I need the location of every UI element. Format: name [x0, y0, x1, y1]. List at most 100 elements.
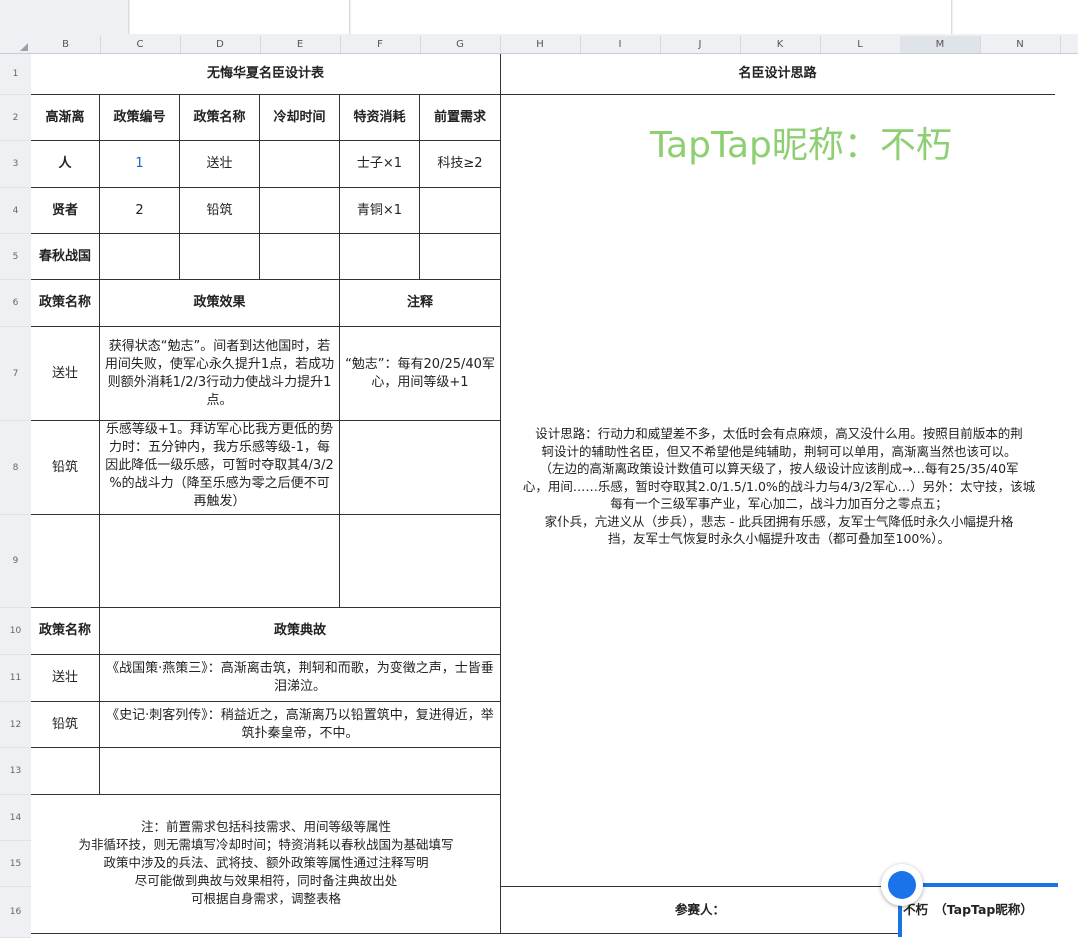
effects-header-effect[interactable]: 政策效果	[100, 280, 339, 326]
effect-text[interactable]: 获得状态“勉志”。间者到达他国时，若用间失败，使军心永久提升1点，若成功则额外消…	[100, 327, 339, 420]
effect-note[interactable]	[340, 421, 500, 514]
row-header[interactable]: 5	[0, 234, 31, 280]
name-box[interactable]	[130, 0, 350, 34]
watermark-text: TapTap昵称：不朽	[650, 125, 952, 166]
participant-label[interactable]: 参赛人：	[500, 887, 900, 933]
row-header[interactable]: 9	[0, 515, 31, 608]
story-empty-cell[interactable]	[31, 748, 99, 794]
header-cooldown[interactable]: 冷却时间	[260, 95, 339, 140]
prereq-cell[interactable]: 科技≥2	[420, 141, 500, 187]
row-header[interactable]: 14	[0, 795, 31, 841]
effect-note[interactable]: “勉志”：每有20/25/40军心，用间等级+1	[340, 327, 500, 420]
effect-policy-name[interactable]: 送壮	[31, 327, 99, 420]
row-header[interactable]: 11	[0, 655, 31, 702]
design-title[interactable]: 名臣设计思路	[500, 54, 1055, 94]
prereq-cell[interactable]	[420, 188, 500, 233]
header-policy-no[interactable]: 政策编号	[100, 95, 179, 140]
note-line: 尽可能做到典故与效果相符，同时备注典故出处	[134, 873, 398, 888]
column-header[interactable]: E	[260, 36, 341, 53]
policy-no-cell[interactable]: 2	[100, 188, 179, 233]
header-minister-name[interactable]: 高渐离	[31, 95, 99, 140]
design-line: 挡，友军士气恢复时永久小幅提升攻击（都可叠加至100%）。	[608, 531, 950, 546]
column-header[interactable]: G	[420, 36, 501, 53]
story-policy-name[interactable]: 铅筑	[31, 702, 99, 747]
toolbar-blank-left	[0, 0, 129, 34]
prereq-cell[interactable]	[420, 234, 500, 279]
effect-policy-name[interactable]: 铅筑	[31, 421, 99, 514]
policy-no-cell[interactable]	[100, 234, 179, 279]
grid-line	[31, 794, 500, 795]
formula-bar[interactable]	[351, 0, 952, 34]
row-header[interactable]: 15	[0, 841, 31, 887]
column-header[interactable]: J	[660, 36, 741, 53]
story-header-name[interactable]: 政策名称	[31, 608, 99, 654]
story-text[interactable]: 《战国策·燕策三》：高渐离击筑，荆轲和而歌，为变徵之声，士皆垂泪涕泣。	[100, 655, 500, 701]
row-header[interactable]: 10	[0, 608, 31, 655]
story-policy-name[interactable]: 送壮	[31, 655, 99, 701]
cooldown-cell[interactable]	[260, 188, 339, 233]
era-cell[interactable]: 人	[31, 141, 99, 187]
effect-empty-cell[interactable]	[31, 515, 99, 607]
note-line: 注：前置需求包括科技需求、用间等级等属性	[140, 819, 391, 834]
column-header-bar: B C D E F G H I J K L M N	[0, 36, 1078, 54]
policy-name-cell[interactable]: 送壮	[180, 141, 259, 187]
row-header[interactable]: 3	[0, 141, 31, 188]
selection-handle[interactable]	[881, 864, 923, 906]
header-policy-name[interactable]: 政策名称	[180, 95, 259, 140]
column-header[interactable]: L	[820, 36, 901, 53]
cost-cell[interactable]	[340, 234, 419, 279]
design-line: 每有一个三级军事产业，军心加二，战斗力加百分之零点五；	[610, 496, 948, 511]
policy-name-cell[interactable]	[180, 234, 259, 279]
column-header[interactable]: K	[740, 36, 821, 53]
column-header[interactable]: H	[500, 36, 581, 53]
era-cell[interactable]: 春秋战国	[31, 234, 99, 279]
column-header[interactable]: C	[100, 36, 181, 53]
row-header[interactable]: 4	[0, 188, 31, 234]
row-header[interactable]: 8	[0, 421, 31, 515]
row-header[interactable]: 16	[0, 887, 31, 938]
effects-header-note[interactable]: 注释	[340, 280, 500, 326]
select-all-corner[interactable]	[0, 36, 31, 53]
row-header[interactable]: 1	[0, 54, 31, 95]
column-header[interactable]: I	[580, 36, 661, 53]
effect-text[interactable]: 乐感等级+1。拜访军心比我方更低的势力时：五分钟内，我方乐感等级-1，每因此降低…	[100, 421, 339, 514]
story-text[interactable]: 《史记·刺客列传》：稍益近之，高渐离乃以铅置筑中，复进得近，举筑扑秦皇帝，不中。	[100, 702, 500, 747]
column-header[interactable]: N	[980, 36, 1061, 53]
row-header[interactable]: 13	[0, 748, 31, 795]
column-header[interactable]: D	[180, 36, 261, 53]
column-header[interactable]: B	[31, 36, 101, 53]
column-header[interactable]: M	[900, 36, 981, 53]
cooldown-cell[interactable]	[260, 141, 339, 187]
header-prereq[interactable]: 前置需求	[420, 95, 500, 140]
story-header-story[interactable]: 政策典故	[100, 608, 500, 654]
toolbar-strip	[0, 0, 1078, 36]
effects-header-name[interactable]: 政策名称	[31, 280, 99, 326]
grid-line	[500, 54, 501, 933]
formula-bar-extra[interactable]	[953, 0, 1078, 34]
column-header[interactable]: F	[340, 36, 421, 53]
cost-cell[interactable]: 士子×1	[340, 141, 419, 187]
note-line: 可根据自身需求，调整表格	[190, 891, 341, 906]
design-text-block[interactable]: 设计思路：行动力和威望差不多，太低时会有点麻烦，高又没什么用。按照目前版本的荆 …	[503, 425, 1055, 548]
row-header[interactable]: 7	[0, 327, 31, 421]
note-line: 为非循环技，则无需填写冷却时间；特资消耗以春秋战国为基础填写	[78, 837, 454, 852]
era-cell[interactable]: 贤者	[31, 188, 99, 233]
row-header[interactable]: 2	[0, 95, 31, 141]
table-title[interactable]: 无悔华夏名臣设计表	[31, 54, 500, 94]
effect-empty-cell[interactable]	[340, 515, 500, 607]
cost-cell[interactable]: 青铜×1	[340, 188, 419, 233]
grid-line	[31, 933, 900, 934]
cooldown-cell[interactable]	[260, 234, 339, 279]
design-line: 设计思路：行动力和威望差不多，太低时会有点麻烦，高又没什么用。按照目前版本的荆	[535, 426, 1023, 441]
note-line: 政策中涉及的兵法、武将技、额外政策等属性通过注释写明	[103, 855, 429, 870]
effect-empty-cell[interactable]	[100, 515, 339, 607]
notes-block[interactable]: 注：前置需求包括科技需求、用间等级等属性 为非循环技，则无需填写冷却时间；特资消…	[31, 818, 501, 908]
policy-name-cell[interactable]: 铅筑	[180, 188, 259, 233]
participant-value[interactable]: 不朽 （TapTap昵称）	[903, 887, 1058, 933]
row-header[interactable]: 12	[0, 702, 31, 748]
design-line: （左边的高渐离政策设计数值可以算天级了，按人级设计应该削成→…每有25/35/4…	[539, 461, 1019, 476]
header-cost[interactable]: 特资消耗	[340, 95, 419, 140]
story-empty-cell[interactable]	[100, 748, 500, 794]
policy-no-cell[interactable]: 1	[100, 141, 179, 187]
row-header[interactable]: 6	[0, 280, 31, 327]
